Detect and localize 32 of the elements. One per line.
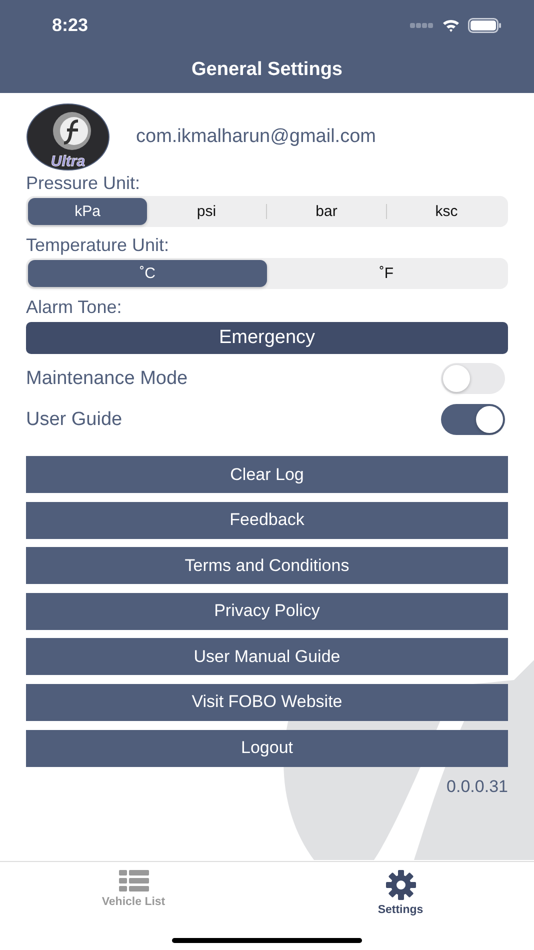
segment-option[interactable]: ksc bbox=[387, 198, 506, 225]
toggle-label: User Guide bbox=[26, 408, 122, 430]
segment-option[interactable]: kPa bbox=[28, 198, 147, 225]
logo: Ultra bbox=[26, 103, 110, 171]
action-button[interactable]: Privacy Policy bbox=[26, 592, 508, 630]
alarm-tone-label: Alarm Tone: bbox=[26, 297, 123, 318]
tab-bar-item[interactable]: Settings bbox=[267, 862, 534, 917]
segment-option[interactable]: bar bbox=[267, 198, 386, 225]
toggle-switch[interactable] bbox=[441, 363, 505, 394]
screen-title: General Settings bbox=[190, 59, 344, 81]
alarm-tone-button[interactable]: Emergency bbox=[26, 322, 508, 354]
list-icon bbox=[118, 870, 148, 892]
segment-option[interactable]: ˚C bbox=[28, 260, 267, 287]
status-time: 8:23 bbox=[52, 14, 88, 36]
toggle-label: Maintenance Mode bbox=[26, 368, 188, 390]
signal-icon bbox=[410, 22, 434, 28]
action-button[interactable]: User Manual Guide bbox=[26, 638, 508, 676]
segment-option[interactable]: psi bbox=[147, 198, 266, 225]
battery-icon bbox=[468, 18, 502, 32]
toggle-switch[interactable] bbox=[441, 404, 505, 435]
temperature-unit-label: Temperature Unit: bbox=[26, 235, 170, 256]
action-button[interactable]: Feedback bbox=[26, 502, 508, 539]
segment-option[interactable]: ˚F bbox=[267, 260, 506, 287]
version-text: 0.0.0.31 bbox=[446, 776, 508, 797]
pressure-unit-label: Pressure Unit: bbox=[26, 173, 142, 194]
account-email: com.ikmalharun@gmail.com bbox=[136, 126, 376, 148]
action-button[interactable]: Visit FOBO Website bbox=[26, 684, 508, 721]
action-button[interactable]: Terms and Conditions bbox=[26, 547, 508, 584]
action-button[interactable]: Clear Log bbox=[26, 456, 508, 493]
settings-icon bbox=[386, 870, 416, 900]
action-button[interactable]: Logout bbox=[26, 730, 508, 767]
wifi-icon bbox=[442, 18, 460, 32]
